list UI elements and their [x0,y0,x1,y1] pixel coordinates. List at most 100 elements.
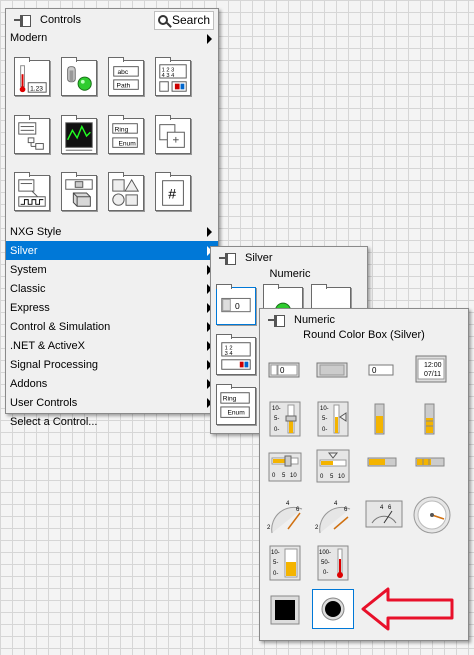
round-color-box-glyph [321,597,345,621]
list-table-tree-icon[interactable] [14,114,50,154]
horizontal-pointer-slider-icon[interactable]: 0 5 10 [316,449,350,483]
dial-icon[interactable]: 246 [314,499,354,535]
slider-tick: 0- [322,427,327,433]
path-text: Path [117,82,131,89]
search-button[interactable]: Search [154,10,214,30]
category-control-simulation[interactable]: Control & Simulation [6,317,218,336]
containers-icon[interactable] [155,114,191,154]
hslider-tick: 10 [338,474,345,480]
controls-titlebar[interactable]: Controls Search [6,9,218,31]
meter-icon[interactable]: 46 [364,499,404,531]
category-label: Select a Control... [10,415,98,428]
category-label: Classic [10,282,46,295]
knob-tick: 4 [286,501,290,507]
category-classic[interactable]: Classic [6,279,218,298]
tank-icon[interactable]: 10- 5- 0- [268,545,302,581]
ring-enum-icon[interactable]: Ring Enum [108,114,144,154]
timestamp-date: 07/11 [424,371,441,378]
category-nxg-style[interactable]: NXG Style [6,222,218,241]
gauge-icon[interactable] [412,495,452,535]
enum-text: Enum [118,140,136,147]
chevron-right-icon [207,34,212,44]
timestamp-time: 12:00 [424,362,442,369]
string-path-icon[interactable]: abc Path [108,57,144,96]
svg-text:4 3 4: 4 3 4 [162,73,175,79]
category-silver[interactable]: Silver [6,241,218,260]
pin-icon[interactable] [14,14,31,27]
svg-text:3 4: 3 4 [225,351,233,357]
pin-icon[interactable] [268,314,285,327]
search-icon [158,15,168,25]
category-modern[interactable]: Modern [6,29,218,47]
silver-array-icon[interactable]: 1 23 4 [216,334,256,375]
numeric-titlebar[interactable]: Numeric [260,309,468,331]
category-label: Addons [10,377,48,390]
category-list: NXG Style Silver System Classic Express … [6,222,218,431]
string-text: abc [118,69,129,76]
hover-control-label: Round Color Box (Silver) [303,329,425,341]
silver-enum-text: Enum [227,410,245,417]
numeric-flat-value: 0 [372,366,377,375]
category-modern-label: Modern [10,32,48,44]
numeric-indicator-icon[interactable] [316,359,350,381]
knob-icon[interactable]: 246 [266,499,306,535]
numeric-title: Numeric [294,314,335,326]
horizontal-slider-icon[interactable]: 0 5 10 [268,452,302,482]
vertical-progress-bar-icon[interactable] [370,401,390,437]
silver-subtitle: Numeric [269,268,311,280]
category-label: Express [10,301,50,314]
boolean-toggle-led-icon[interactable] [61,57,97,96]
ring-text: Ring [115,126,129,133]
decorations-icon[interactable] [108,172,144,212]
thermometer-icon[interactable]: 100- 50- 0- [316,545,350,581]
array-matrix-cluster-icon[interactable]: 1 2 34 3 4 [155,57,191,96]
modern-icon-grid: 1.23 abc Path 1 2 34 3 4 Ring Enum # [6,47,218,222]
category-label: System [10,263,47,276]
category-label: Silver [10,244,38,257]
slider-tick: 5- [274,416,279,422]
silver-titlebar[interactable]: Silver [211,247,367,269]
slider-tick: 5- [322,416,327,422]
search-label: Search [172,13,211,27]
horizontal-graduated-bar-icon[interactable] [414,455,448,469]
refnum-icon[interactable]: # [155,172,191,212]
numeric-value-text: 0 [280,366,285,375]
category-signal-processing[interactable]: Signal Processing [6,355,218,374]
slider-tick: 10- [320,406,329,412]
category-label: .NET & ActiveX [10,339,85,352]
numeric-flat-icon[interactable]: 0 [366,359,400,381]
hslider-tick: 10 [290,473,297,479]
graph-icon[interactable] [61,114,97,154]
round-color-box-icon[interactable] [312,589,354,629]
silver-numeric-icon[interactable]: 0 [216,284,256,325]
controls-palette: Controls Search Modern 1.23 abc Path 1 2 … [5,8,219,428]
numeric-thermometer-icon[interactable]: 1.23 [14,57,50,96]
numeric-value-text: 1.23 [30,85,43,92]
vertical-graduated-bar-icon[interactable] [420,401,440,437]
framed-color-box-icon[interactable] [270,595,300,625]
silver-ring-enum-icon[interactable]: Ring Enum [216,384,256,425]
timestamp-control-icon[interactable]: 12:00 07/11 [414,353,448,385]
dial-tick: 4 [334,501,338,507]
vertical-slider-icon[interactable]: 10- 5- 0- [268,401,302,437]
tank-tick: 10- [271,550,280,556]
variant-class-icon[interactable] [61,172,97,212]
refnum-text: # [168,187,176,203]
numeric-control-icon[interactable]: 0 [268,359,302,381]
vertical-pointer-slider-icon[interactable]: 10- 5- 0- [316,401,350,437]
silver-title: Silver [245,252,273,264]
category-express[interactable]: Express [6,298,218,317]
chevron-right-icon [207,227,212,237]
horizontal-progress-bar-icon[interactable] [366,455,400,469]
pin-icon[interactable] [219,252,236,265]
category-label: Control & Simulation [10,320,111,333]
category-addons[interactable]: Addons [6,374,218,393]
io-waveform-icon[interactable] [14,172,50,212]
thermo-tick: 100- [319,550,331,556]
knob-tick: 2 [267,525,271,531]
category-label: Signal Processing [10,358,99,371]
category-system[interactable]: System [6,260,218,279]
category-user-controls[interactable]: User Controls [6,393,218,412]
category-dotnet-activex[interactable]: .NET & ActiveX [6,336,218,355]
category-select-a-control[interactable]: Select a Control... [6,412,218,431]
